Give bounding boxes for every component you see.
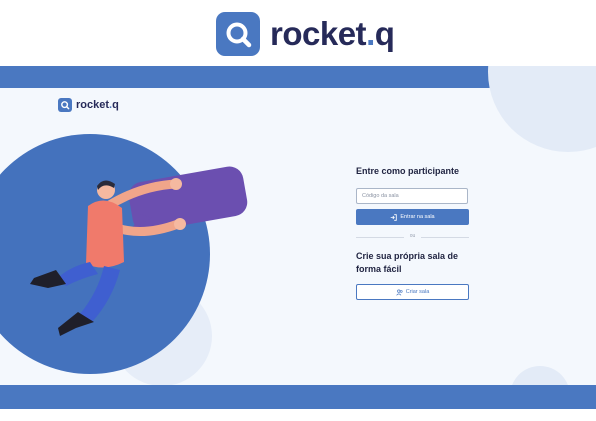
brand-header: rocket.q — [0, 0, 596, 66]
room-code-input[interactable] — [356, 188, 468, 204]
brand-name-main: rocket — [270, 15, 367, 52]
search-bubble-icon — [226, 22, 252, 48]
person-holding-chat-bubble-illustration — [30, 166, 248, 336]
app-window: rocket.q Entre como participante Código … — [0, 66, 596, 409]
create-title: Crie sua própria sala de forma fácil — [356, 251, 459, 274]
join-title: Entre como participante — [356, 166, 460, 176]
or-label: ou — [409, 233, 416, 239]
users-icon — [396, 288, 403, 296]
chat-bubble-icon — [128, 166, 248, 232]
create-room-button[interactable]: Criar sala — [356, 284, 469, 300]
enter-room-label: Entrar na sala — [400, 214, 435, 220]
or-divider: ou — [356, 232, 469, 242]
login-icon — [391, 213, 398, 221]
brand-name-dot: . — [366, 15, 375, 52]
create-room-label: Criar sala — [405, 289, 430, 295]
window-bottom-bar — [0, 385, 596, 409]
brand-wordmark: rocket.q — [270, 14, 395, 54]
decor-circle-top-right — [488, 66, 596, 152]
rocketq-logo-icon — [216, 12, 260, 56]
divider-line-right — [421, 237, 469, 238]
brand-name-end: q — [374, 15, 395, 52]
enter-room-button[interactable]: Entrar na sala — [356, 209, 469, 225]
